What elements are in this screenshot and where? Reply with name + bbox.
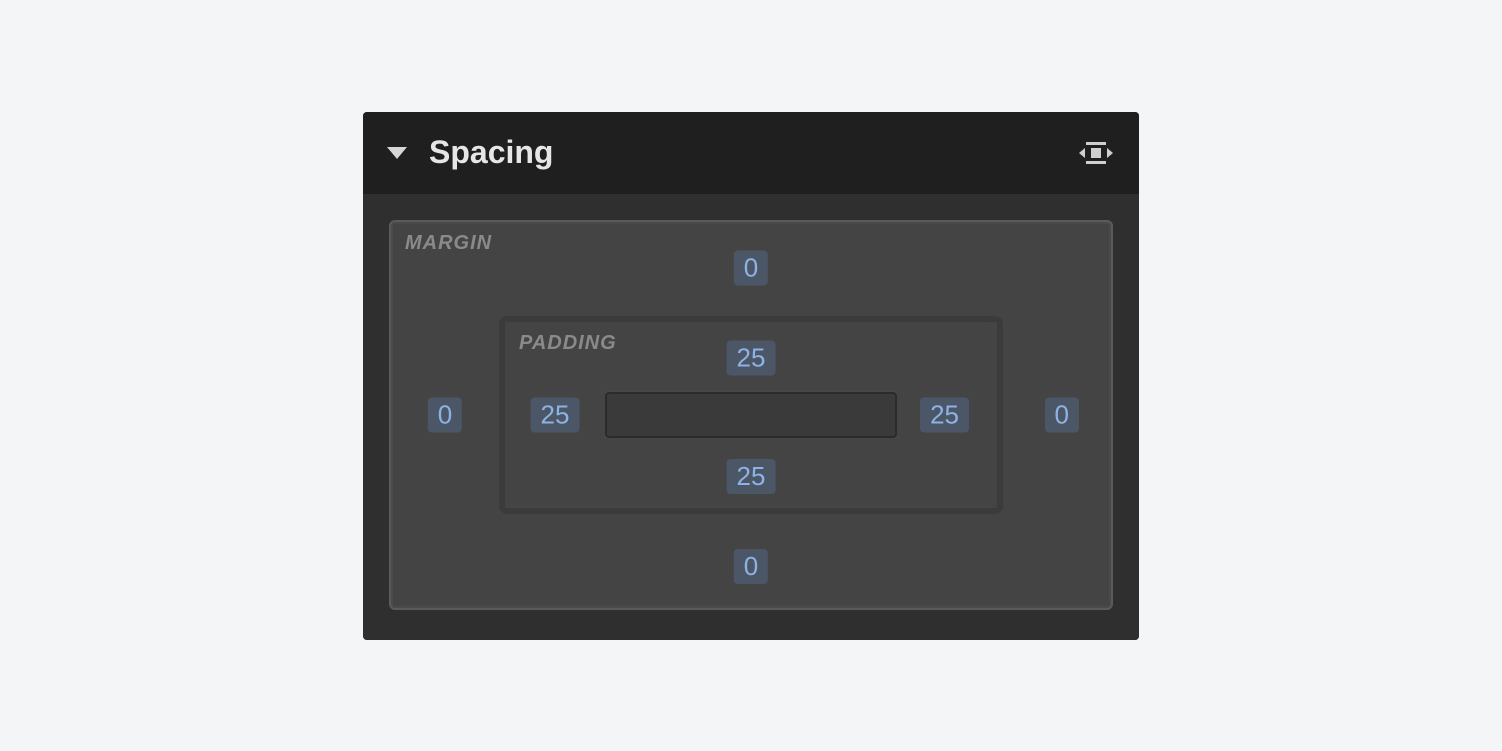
margin-box: MARGIN 0 0 0 0 PADDING 25 25 25 25: [389, 220, 1113, 610]
margin-top-input[interactable]: 0: [734, 250, 768, 285]
spacing-mode-icon[interactable]: [1077, 138, 1115, 168]
margin-right-input[interactable]: 0: [1045, 397, 1079, 432]
margin-bottom-input[interactable]: 0: [734, 549, 768, 584]
content-box: [605, 392, 897, 438]
padding-top-input[interactable]: 25: [727, 340, 776, 375]
padding-bottom-input[interactable]: 25: [727, 459, 776, 494]
padding-box: PADDING 25 25 25 25: [499, 316, 1003, 514]
chevron-down-icon[interactable]: [387, 147, 407, 159]
spacing-panel-header: Spacing: [363, 112, 1139, 194]
spacing-panel: Spacing MARGIN 0 0 0 0: [363, 112, 1139, 640]
margin-left-input[interactable]: 0: [428, 397, 462, 432]
padding-right-input[interactable]: 25: [920, 397, 969, 432]
spacing-panel-body: MARGIN 0 0 0 0 PADDING 25 25 25 25: [363, 194, 1139, 640]
padding-left-input[interactable]: 25: [531, 397, 580, 432]
spacing-panel-title: Spacing: [429, 134, 1077, 171]
